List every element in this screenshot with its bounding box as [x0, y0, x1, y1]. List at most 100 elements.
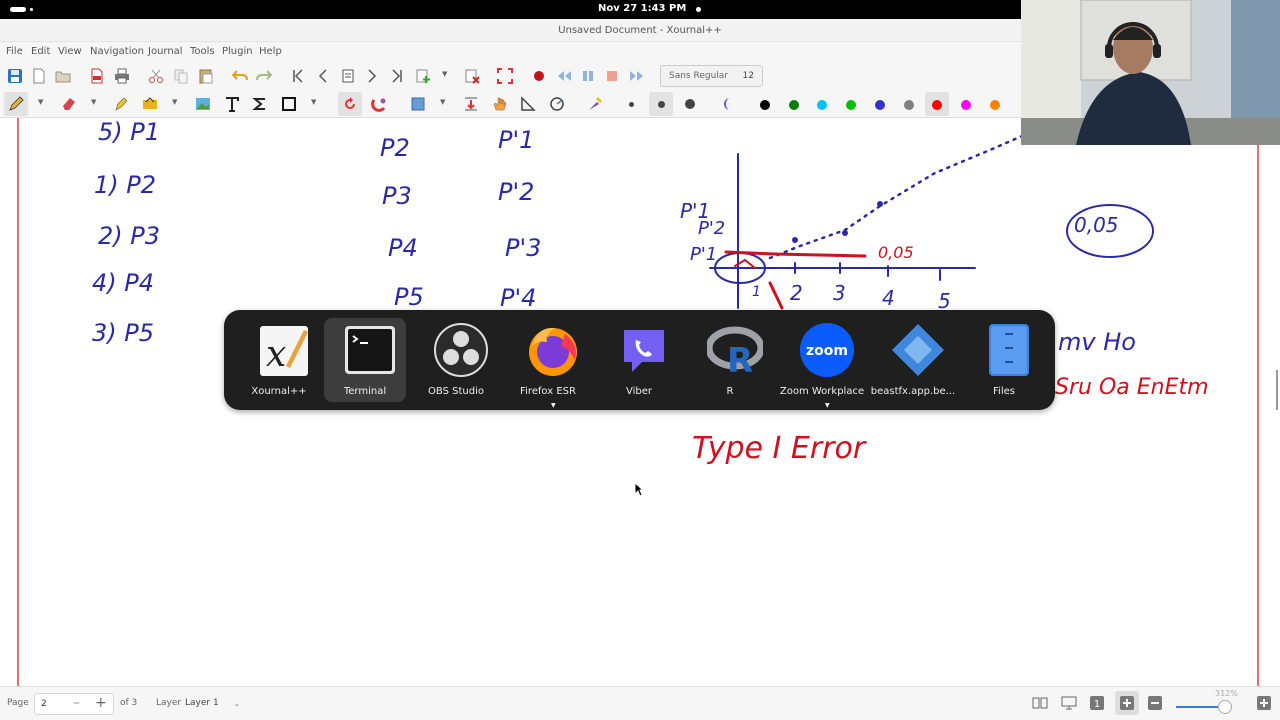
- dock-app-zoom[interactable]: zoom Zoom Workplace ▼: [780, 318, 864, 409]
- print-icon[interactable]: [111, 65, 133, 87]
- layer-select[interactable]: Layer 1: [185, 698, 219, 708]
- alpha-red-label: 0,05: [878, 243, 914, 262]
- compass-icon[interactable]: [546, 93, 568, 115]
- save-icon[interactable]: [4, 65, 26, 87]
- select-dropdown-icon[interactable]: ▼: [440, 98, 445, 106]
- page-label: Page: [7, 698, 29, 708]
- pen-color-swatch[interactable]: [760, 100, 770, 110]
- pen-color-swatch[interactable]: [788, 100, 799, 110]
- open-folder-icon[interactable]: [52, 65, 74, 87]
- export-pdf-icon[interactable]: [86, 65, 108, 87]
- dock-label-beastfx: beastfx.app.be...: [870, 386, 956, 397]
- activities-indicator[interactable]: [10, 7, 26, 12]
- page-number-field[interactable]: 2 – +: [34, 693, 114, 715]
- webcam-overlay: [1021, 0, 1280, 145]
- fullscreen-icon[interactable]: [494, 65, 516, 87]
- dock-app-files[interactable]: Files: [963, 318, 1045, 402]
- pen-dropdown-icon[interactable]: ▼: [38, 98, 43, 106]
- pen-color-swatch[interactable]: [846, 100, 857, 110]
- fine-thickness-icon[interactable]: [629, 102, 634, 107]
- page-decrement-button[interactable]: –: [73, 695, 80, 711]
- next-page-icon[interactable]: [361, 65, 383, 87]
- menu-journal[interactable]: Journal: [148, 46, 183, 57]
- hand-icon[interactable]: [489, 93, 511, 115]
- shape-rectangle-icon[interactable]: [278, 93, 300, 115]
- highlighter-icon[interactable]: [110, 93, 132, 115]
- menu-edit[interactable]: Edit: [31, 46, 50, 57]
- fill-icon[interactable]: [717, 93, 739, 115]
- eraser-dropdown-icon[interactable]: ▼: [91, 98, 96, 106]
- image-icon[interactable]: [192, 93, 214, 115]
- snap-magnet-icon[interactable]: [368, 93, 390, 115]
- dock-app-r[interactable]: R R: [689, 318, 771, 402]
- window-title: Unsaved Document - Xournal++: [558, 25, 722, 36]
- menu-file[interactable]: File: [6, 46, 23, 57]
- text-highlight-icon[interactable]: [139, 93, 161, 115]
- xournal-icon: x: [260, 326, 308, 376]
- fast-forward-icon[interactable]: [626, 65, 648, 87]
- dock-label-firefox: Firefox ESR: [520, 386, 576, 397]
- layer-label: Layer: [156, 698, 182, 708]
- font-selector[interactable]: Sans Regular 12: [660, 65, 763, 87]
- paste-icon[interactable]: [195, 65, 217, 87]
- last-page-icon[interactable]: [386, 65, 408, 87]
- setsquare-icon[interactable]: [517, 93, 539, 115]
- rewind-icon[interactable]: [553, 65, 575, 87]
- presentation-mode-icon[interactable]: [1061, 695, 1077, 711]
- vertical-space-icon[interactable]: [460, 93, 482, 115]
- undo-icon[interactable]: [229, 65, 251, 87]
- pen-color-swatch[interactable]: [903, 100, 914, 110]
- dock-app-viber[interactable]: Viber: [598, 318, 680, 402]
- text-tool-icon[interactable]: [221, 93, 243, 115]
- new-document-icon[interactable]: [28, 65, 50, 87]
- dock-app-xournal[interactable]: x Xournal++: [238, 318, 320, 402]
- zoom-in-icon[interactable]: [1256, 695, 1272, 711]
- stop-icon[interactable]: [601, 65, 623, 87]
- copy-icon[interactable]: [170, 65, 192, 87]
- layer-dropdown-icon[interactable]: ⌄: [234, 700, 240, 708]
- system-clock[interactable]: Nov 27 1:43 PM: [598, 3, 686, 14]
- add-page-icon[interactable]: [412, 65, 434, 87]
- dock-app-beastfx[interactable]: beastfx.app.be...: [871, 318, 955, 402]
- medium-thickness-icon[interactable]: [658, 101, 665, 108]
- pause-icon[interactable]: [577, 65, 599, 87]
- shape-dropdown-icon[interactable]: ▼: [311, 98, 316, 106]
- zoom-100-icon[interactable]: 1: [1089, 695, 1105, 711]
- dock-app-obs[interactable]: OBS Studio: [415, 318, 497, 402]
- select-rect-icon[interactable]: [407, 93, 429, 115]
- first-page-icon[interactable]: [287, 65, 309, 87]
- latex-sigma-icon[interactable]: [249, 93, 271, 115]
- page-count: of 3: [120, 698, 138, 708]
- redo-icon[interactable]: [253, 65, 275, 87]
- pen-color-swatch[interactable]: [874, 100, 885, 110]
- two-pages-icon[interactable]: [1032, 695, 1048, 711]
- zoom-slider-knob[interactable]: [1218, 700, 1232, 714]
- menu-tools[interactable]: Tools: [190, 46, 215, 57]
- lasso-rotate-icon[interactable]: [339, 93, 361, 115]
- record-icon[interactable]: [528, 65, 550, 87]
- dock-app-firefox[interactable]: Firefox ESR ▼: [507, 318, 589, 409]
- right-red-note: Sru Oa EnEtm: [1055, 375, 1209, 400]
- zoom-out-icon[interactable]: [1147, 695, 1163, 711]
- menu-navigation[interactable]: Navigation: [90, 46, 144, 57]
- menu-plugin[interactable]: Plugin: [222, 46, 253, 57]
- eraser-icon[interactable]: [58, 93, 80, 115]
- zoom-fit-icon[interactable]: [1119, 695, 1135, 711]
- dock-app-terminal[interactable]: Terminal: [324, 318, 406, 402]
- goto-page-icon[interactable]: [337, 65, 359, 87]
- cut-icon[interactable]: [145, 65, 167, 87]
- highlighter-dropdown-icon[interactable]: ▼: [172, 98, 177, 106]
- default-tool-icon[interactable]: [584, 93, 606, 115]
- pen-color-swatch[interactable]: [960, 100, 971, 110]
- page-increment-button[interactable]: +: [95, 695, 107, 711]
- menu-help[interactable]: Help: [259, 46, 282, 57]
- left-note-3: 2) P3: [98, 222, 160, 250]
- pen-icon[interactable]: [5, 93, 27, 115]
- thick-thickness-icon[interactable]: [685, 99, 695, 109]
- previous-page-icon[interactable]: [312, 65, 334, 87]
- add-page-dropdown-icon[interactable]: ▼: [442, 70, 447, 78]
- pen-color-swatch[interactable]: [817, 100, 828, 110]
- delete-page-icon[interactable]: [461, 65, 483, 87]
- menu-view[interactable]: View: [58, 46, 82, 57]
- pen-color-swatch[interactable]: [989, 100, 1000, 110]
